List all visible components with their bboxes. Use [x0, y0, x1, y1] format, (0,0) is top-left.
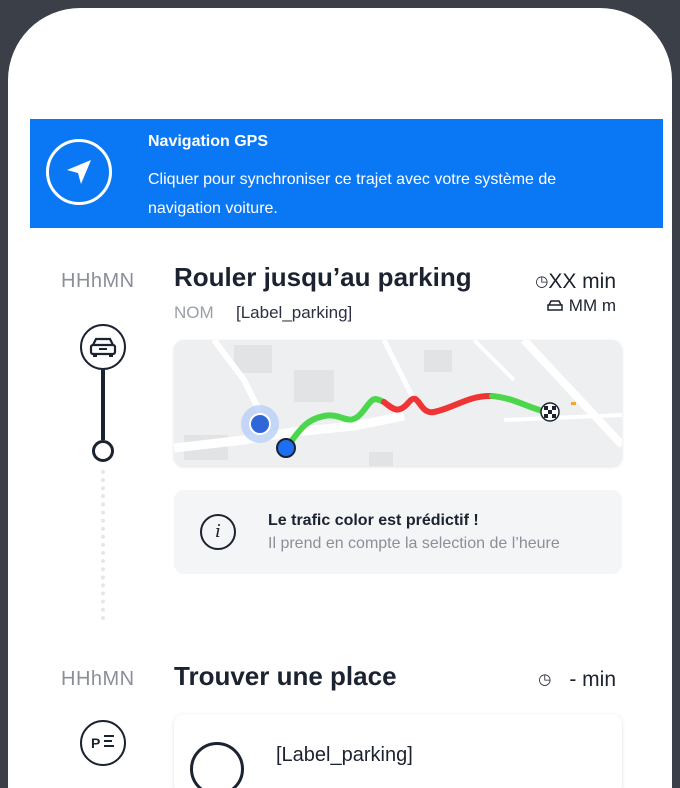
gps-navigation-banner[interactable]: Navigation GPS Cliquer pour synchroniser…	[30, 119, 663, 228]
traffic-info-text: Il prend en compte la selection de l’heu…	[268, 535, 560, 552]
svg-text:P: P	[91, 735, 100, 751]
traffic-info-card: i Le trafic color est prédictif ! Il pre…	[174, 490, 622, 574]
car-icon	[80, 324, 126, 370]
parking-search-icon: P	[80, 720, 126, 766]
navigation-arrow-icon	[46, 139, 112, 205]
step2-duration: ◷ - min	[538, 668, 616, 691]
step2-title: Trouver une place	[174, 661, 397, 691]
timeline-dotted-line	[101, 470, 109, 620]
route-map[interactable]	[174, 340, 622, 466]
step1-title: Rouler jusqu’au parking	[174, 262, 472, 292]
clock-icon: ◷	[538, 671, 552, 688]
step1-duration: ◷XX min	[535, 270, 616, 293]
parking-card-label: [Label_parking]	[276, 744, 413, 766]
step1-parking-label: [Label_parking]	[236, 303, 353, 322]
clock-icon: ◷	[535, 273, 549, 290]
parking-card[interactable]: [Label_parking]	[174, 714, 622, 788]
timeline-line	[101, 370, 105, 440]
gps-banner-text: Cliquer pour synchroniser ce trajet avec…	[148, 171, 557, 217]
step1-name-prefix: NOM	[174, 303, 214, 322]
car-small-icon	[546, 296, 569, 315]
info-icon: i	[200, 514, 236, 550]
parking-card-icon	[190, 742, 244, 788]
step2-time: HHhMN	[61, 668, 135, 690]
timeline-end-dot	[92, 440, 114, 462]
step1-time: HHhMN	[61, 270, 135, 292]
step1-distance: MM m	[546, 296, 616, 316]
phone-screen: Navigation GPS Cliquer pour synchroniser…	[8, 8, 672, 788]
gps-banner-title: Navigation GPS	[148, 133, 269, 150]
traffic-info-title: Le trafic color est prédictif !	[268, 512, 479, 529]
